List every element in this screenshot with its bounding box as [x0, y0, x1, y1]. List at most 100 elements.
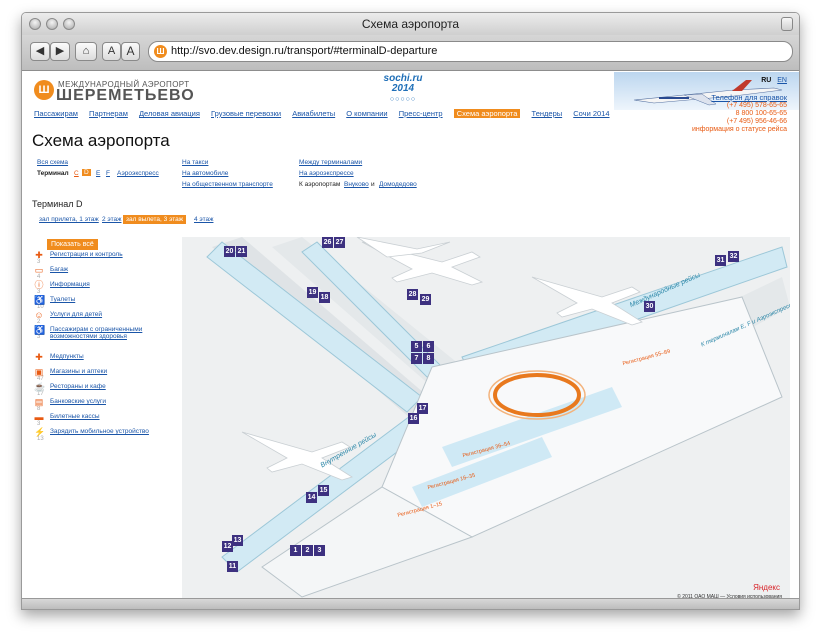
nav-tickets[interactable]: Авиабилеты: [292, 109, 335, 118]
domodedovo-link[interactable]: Домодедово: [379, 181, 417, 188]
legend-item[interactable]: ♿ Туалеты 10: [34, 295, 75, 310]
terminal-d-tab[interactable]: D: [82, 169, 91, 176]
close-window-button[interactable]: [29, 18, 41, 30]
back-button[interactable]: ◀: [30, 42, 50, 61]
legend-item-label: Рестораны и кафе: [50, 383, 106, 390]
legend-item[interactable]: ⓘ Информация 3: [34, 280, 89, 295]
gate-marker[interactable]: 32: [728, 251, 739, 262]
sochi-2014-logo[interactable]: sochi.ru 2014 ○○○○○: [383, 74, 423, 104]
terminal-e-link[interactable]: E: [96, 170, 100, 177]
home-button[interactable]: ⌂: [75, 42, 97, 61]
floor-2-link[interactable]: 2 этаж: [102, 216, 121, 223]
floor-4-link[interactable]: 4 этаж: [194, 216, 213, 223]
browser-window: Схема аэропорта ◀ ▶ ⌂ A A Ш http://svo.d…: [21, 12, 800, 610]
gate-marker[interactable]: 14: [306, 492, 317, 503]
yandex-logo[interactable]: Яндекс: [753, 583, 780, 592]
all-scheme-link[interactable]: Вся схема: [37, 159, 68, 166]
gate-marker[interactable]: 8: [423, 353, 434, 364]
by-aeroexpress-link[interactable]: На аэроэкспрессе: [299, 170, 354, 177]
gate-marker[interactable]: 18: [319, 292, 330, 303]
legend-item-label: Зарядить мобильное устройство: [50, 428, 149, 435]
minimize-window-button[interactable]: [46, 18, 58, 30]
gate-marker[interactable]: 15: [318, 485, 329, 496]
checkin-icon: ✚: [35, 250, 43, 260]
show-all-button[interactable]: Показать всё: [47, 239, 98, 250]
legend-item[interactable]: ✚ Медпункты: [34, 352, 83, 364]
nav-business-aviation[interactable]: Деловая авиация: [139, 109, 200, 118]
gate-marker[interactable]: 5: [411, 341, 422, 352]
legend-item-label: Банковские услуги: [50, 398, 106, 405]
text-larger-button[interactable]: A: [121, 42, 140, 61]
olympic-rings-icon: ○○○○○: [389, 96, 417, 103]
gate-marker[interactable]: 6: [423, 341, 434, 352]
gate-marker[interactable]: 30: [644, 301, 655, 312]
gate-marker[interactable]: 29: [420, 294, 431, 305]
lang-ru[interactable]: RU: [761, 77, 771, 84]
status-bar: [22, 598, 799, 609]
terminal-f-link[interactable]: F: [106, 170, 110, 177]
legend-item[interactable]: ☺ Услуги для детей 2: [34, 310, 102, 325]
gate-marker[interactable]: 27: [334, 237, 345, 248]
gate-marker[interactable]: 3: [314, 545, 325, 556]
terminal-map[interactable]: Международные рейсы Внутренние рейсы К т…: [182, 237, 790, 600]
title-bar[interactable]: Схема аэропорта: [22, 13, 799, 35]
url-text: http://svo.dev.design.ru/transport/#term…: [171, 45, 438, 57]
gate-marker[interactable]: 7: [411, 353, 422, 364]
terminal-map-drawing: [206, 237, 790, 598]
gate-marker[interactable]: 2: [302, 545, 313, 556]
nav-about[interactable]: О компании: [346, 109, 387, 118]
legend-item[interactable]: ▬ Билетные кассы 3: [34, 412, 100, 427]
aeroexpress-link[interactable]: Аэроэкспресс: [117, 170, 159, 177]
nav-airport-scheme[interactable]: Схема аэропорта: [453, 109, 521, 118]
gate-marker[interactable]: 20: [224, 246, 235, 257]
nav-press[interactable]: Пресс-центр: [399, 109, 443, 118]
text-larger-label: A: [126, 44, 135, 58]
toolbar-toggle-button[interactable]: [781, 17, 793, 31]
legend-item[interactable]: ♿ Пассажирам с ограниченными возможностям…: [34, 325, 142, 340]
legend-item-label: Медпункты: [50, 353, 84, 360]
baggage-icon: ▭: [34, 265, 44, 275]
gate-marker[interactable]: 1: [290, 545, 301, 556]
text-smaller-button[interactable]: A: [102, 42, 121, 61]
gate-marker[interactable]: 21: [236, 246, 247, 257]
by-taxi-link[interactable]: На такси: [182, 159, 208, 166]
by-public-transport-link[interactable]: На общественном транспорте: [182, 181, 273, 188]
site-favicon: Ш: [154, 45, 167, 58]
nav-passengers[interactable]: Пассажирам: [34, 109, 78, 118]
address-bar[interactable]: Ш http://svo.dev.design.ru/transport/#te…: [148, 41, 793, 62]
legend-item[interactable]: ▣ Магазины и аптеки 47: [34, 367, 107, 382]
tickets-icon: ▬: [34, 412, 44, 422]
nav-sochi-2014[interactable]: Сочи 2014: [573, 109, 609, 118]
legend-item[interactable]: ▭ Багаж 4: [34, 265, 68, 280]
nav-partners[interactable]: Партнерам: [89, 109, 128, 118]
gate-marker[interactable]: 11: [227, 561, 238, 572]
legend-item[interactable]: ✚ Регистрация и контроль 3: [34, 250, 122, 265]
floor-1-link[interactable]: зал прилета, 1 этаж: [39, 216, 99, 223]
legend-item-label: Пассажирам с ограниченными возможностями…: [50, 326, 143, 340]
gate-marker[interactable]: 16: [408, 413, 419, 424]
nav-tenders[interactable]: Тендеры: [532, 109, 563, 118]
between-terminals-link[interactable]: Между терминалами: [299, 159, 362, 166]
gate-marker[interactable]: 19: [307, 287, 318, 298]
legend-item[interactable]: ⚡ Зарядить мобильное устройство 13: [34, 427, 149, 442]
floor-3-departure-tab[interactable]: зал вылета, 3 этаж: [123, 215, 187, 224]
phone-3: (+7 495) 956-46-66: [726, 118, 787, 125]
flight-status-note[interactable]: информация о статусе рейса: [692, 126, 787, 134]
legend-item[interactable]: ▤ Банковские услуги 8: [34, 397, 106, 412]
vnukovo-link[interactable]: Внуково: [344, 181, 369, 188]
gate-marker[interactable]: 31: [715, 255, 726, 266]
phone-2: 8 800 100-65-65: [735, 110, 787, 117]
info-icon: ⓘ: [34, 280, 44, 290]
gate-marker[interactable]: 26: [322, 237, 333, 248]
gate-marker[interactable]: 28: [407, 289, 418, 300]
forward-button[interactable]: ▶: [50, 42, 70, 61]
terminal-c-link[interactable]: C: [74, 170, 79, 177]
nav-cargo[interactable]: Грузовые перевозки: [211, 109, 281, 118]
by-car-link[interactable]: На автомобиле: [182, 170, 228, 177]
gate-marker[interactable]: 17: [417, 403, 428, 414]
zoom-window-button[interactable]: [63, 18, 75, 30]
lang-en[interactable]: EN: [777, 77, 787, 84]
legend-item[interactable]: ☕ Рестораны и кафе 17: [34, 382, 106, 397]
gate-marker[interactable]: 13: [232, 535, 243, 546]
help-phones-title[interactable]: Телефон для справок: [692, 94, 787, 102]
